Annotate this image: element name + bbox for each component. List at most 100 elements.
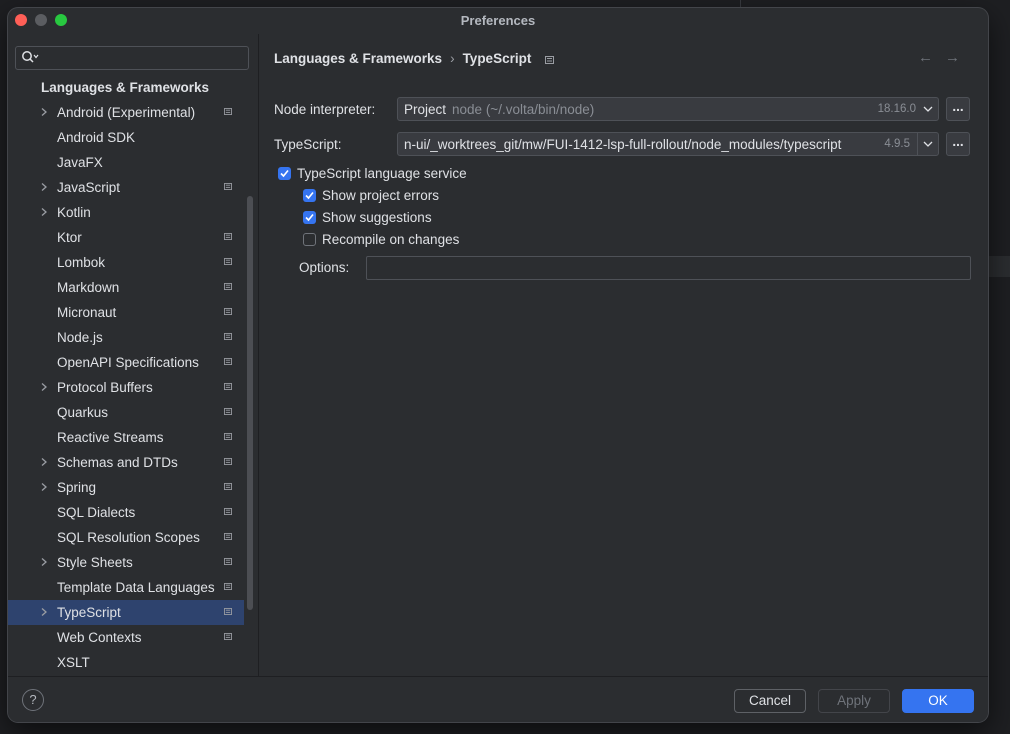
show-errors-checkbox[interactable] xyxy=(303,189,316,202)
project-scope-icon xyxy=(224,508,232,515)
settings-sidebar: Languages & Frameworks Android (Experime… xyxy=(8,34,259,676)
sidebar-item-xslt[interactable]: XSLT xyxy=(8,650,244,675)
sidebar-item-label: OpenAPI Specifications xyxy=(57,355,199,370)
sidebar-item-label: Ktor xyxy=(57,230,82,245)
sidebar-item-kotlin[interactable]: Kotlin xyxy=(8,200,244,225)
window-title: Preferences xyxy=(460,13,536,28)
back-arrow-icon[interactable]: ← xyxy=(918,49,945,66)
chevron-down-icon xyxy=(923,141,933,147)
sidebar-item-sql-dialects[interactable]: SQL Dialects xyxy=(8,500,244,525)
node-interpreter-dropdown[interactable] xyxy=(918,98,938,120)
chevron-right-icon[interactable] xyxy=(39,182,49,192)
forward-arrow-icon[interactable]: → xyxy=(945,49,972,66)
typescript-path-combo[interactable]: n-ui/_worktrees_git/mw/FUI-1412-lsp-full… xyxy=(397,132,939,156)
sidebar-item-web-contexts[interactable]: Web Contexts xyxy=(8,625,244,650)
show-suggestions-checkbox[interactable] xyxy=(303,211,316,224)
project-scope-icon xyxy=(224,633,232,640)
chevron-down-icon xyxy=(923,106,933,112)
sidebar-item-reactive-streams[interactable]: Reactive Streams xyxy=(8,425,244,450)
breadcrumb-parent[interactable]: Languages & Frameworks xyxy=(274,51,442,66)
sidebar-item-lombok[interactable]: Lombok xyxy=(8,250,244,275)
node-interpreter-combo[interactable]: Project node (~/.volta/bin/node) 18.16.0 xyxy=(397,97,939,121)
project-scope-icon xyxy=(224,408,232,415)
preferences-dialog: Preferences Languages & Frameworks Andro… xyxy=(8,8,988,722)
search-icon[interactable] xyxy=(21,50,39,64)
chevron-right-icon[interactable] xyxy=(39,607,49,617)
sidebar-item-javascript[interactable]: JavaScript xyxy=(8,175,244,200)
breadcrumb-separator: › xyxy=(450,51,455,66)
sidebar-item-label: Android SDK xyxy=(57,130,136,145)
settings-search-input[interactable] xyxy=(15,46,249,70)
sidebar-item-label: Android (Experimental) xyxy=(57,105,196,120)
sidebar-item-markdown[interactable]: Markdown xyxy=(8,275,244,300)
cancel-button[interactable]: Cancel xyxy=(734,689,806,713)
project-scope-icon xyxy=(224,558,232,565)
sidebar-item-schemas-and-dtds[interactable]: Schemas and DTDs xyxy=(8,450,244,475)
node-interpreter-scope: Project xyxy=(404,102,447,117)
sidebar-item-quarkus[interactable]: Quarkus xyxy=(8,400,244,425)
sidebar-item-ktor[interactable]: Ktor xyxy=(8,225,244,250)
sidebar-item-sql-resolution-scopes[interactable]: SQL Resolution Scopes xyxy=(8,525,244,550)
sidebar-item-node-js[interactable]: Node.js xyxy=(8,325,244,350)
typescript-label: TypeScript: xyxy=(274,137,342,152)
node-interpreter-browse-button[interactable]: ... xyxy=(946,97,970,121)
sidebar-item-typescript[interactable]: TypeScript xyxy=(8,600,244,625)
sidebar-item-micronaut[interactable]: Micronaut xyxy=(8,300,244,325)
chevron-right-icon[interactable] xyxy=(39,457,49,467)
help-button[interactable]: ? xyxy=(22,689,44,711)
sidebar-item-label: Quarkus xyxy=(57,405,109,420)
sidebar-item-openapi-specifications[interactable]: OpenAPI Specifications xyxy=(8,350,244,375)
sidebar-item-label: Reactive Streams xyxy=(57,430,164,445)
project-scope-icon xyxy=(224,308,232,315)
sidebar-section-title: Languages & Frameworks xyxy=(41,80,210,95)
ok-button[interactable]: OK xyxy=(902,689,974,713)
breadcrumb-current: TypeScript xyxy=(462,51,532,66)
show-errors-label: Show project errors xyxy=(322,188,440,203)
sidebar-scrollbar[interactable] xyxy=(247,196,253,610)
typescript-browse-button[interactable]: ... xyxy=(946,132,970,156)
sidebar-item-label: Style Sheets xyxy=(57,555,133,570)
editor-divider xyxy=(740,0,741,8)
project-scope-icon xyxy=(224,258,232,265)
sidebar-item-label: Web Contexts xyxy=(57,630,142,645)
sidebar-item-spring[interactable]: Spring xyxy=(8,475,244,500)
sidebar-item-label: Template Data Languages xyxy=(57,580,215,595)
title-bar: Preferences xyxy=(8,8,988,34)
sidebar-item-label: SQL Dialects xyxy=(57,505,136,520)
sidebar-item-javafx[interactable]: JavaFX xyxy=(8,150,244,175)
settings-tree: Android (Experimental) Android SDK JavaFX J… xyxy=(8,100,258,675)
dialog-footer: ? Cancel Apply OK xyxy=(8,676,988,722)
sidebar-item-android-experimental[interactable]: Android (Experimental) xyxy=(8,100,244,125)
sidebar-item-android-sdk[interactable]: Android SDK xyxy=(8,125,244,150)
sidebar-item-protocol-buffers[interactable]: Protocol Buffers xyxy=(8,375,244,400)
apply-button[interactable]: Apply xyxy=(818,689,890,713)
project-scope-icon xyxy=(224,233,232,240)
node-interpreter-path: node (~/.volta/bin/node) xyxy=(452,102,595,117)
typescript-dropdown[interactable] xyxy=(918,133,938,155)
sidebar-item-label: Node.js xyxy=(57,330,103,345)
project-scope-icon xyxy=(224,583,232,590)
chevron-right-icon[interactable] xyxy=(39,382,49,392)
node-interpreter-label: Node interpreter: xyxy=(274,102,376,117)
settings-content: Languages & Frameworks › TypeScript ←→ Nod… xyxy=(259,34,988,676)
recompile-checkbox[interactable] xyxy=(303,233,316,246)
sidebar-item-style-sheets[interactable]: Style Sheets xyxy=(8,550,244,575)
options-input[interactable] xyxy=(366,256,971,280)
sidebar-item-template-data-languages[interactable]: Template Data Languages xyxy=(8,575,244,600)
sidebar-item-label: Micronaut xyxy=(57,305,117,320)
node-interpreter-value: Project node (~/.volta/bin/node) xyxy=(404,102,594,117)
options-label: Options: xyxy=(299,260,350,275)
chevron-right-icon[interactable] xyxy=(39,482,49,492)
editor-line-highlight xyxy=(988,256,1010,277)
chevron-right-icon[interactable] xyxy=(39,107,49,117)
typescript-version: 4.9.5 xyxy=(884,138,910,150)
project-scope-icon xyxy=(224,383,232,390)
sidebar-item-label: JavaFX xyxy=(57,155,103,170)
project-scope-icon xyxy=(224,108,232,115)
chevron-right-icon[interactable] xyxy=(39,557,49,567)
language-service-checkbox[interactable] xyxy=(278,167,291,180)
typescript-path-value[interactable]: n-ui/_worktrees_git/mw/FUI-1412-lsp-full… xyxy=(404,137,874,152)
sidebar-item-label: XSLT xyxy=(57,655,90,670)
sidebar-item-label: Lombok xyxy=(57,255,106,270)
chevron-right-icon[interactable] xyxy=(39,207,49,217)
